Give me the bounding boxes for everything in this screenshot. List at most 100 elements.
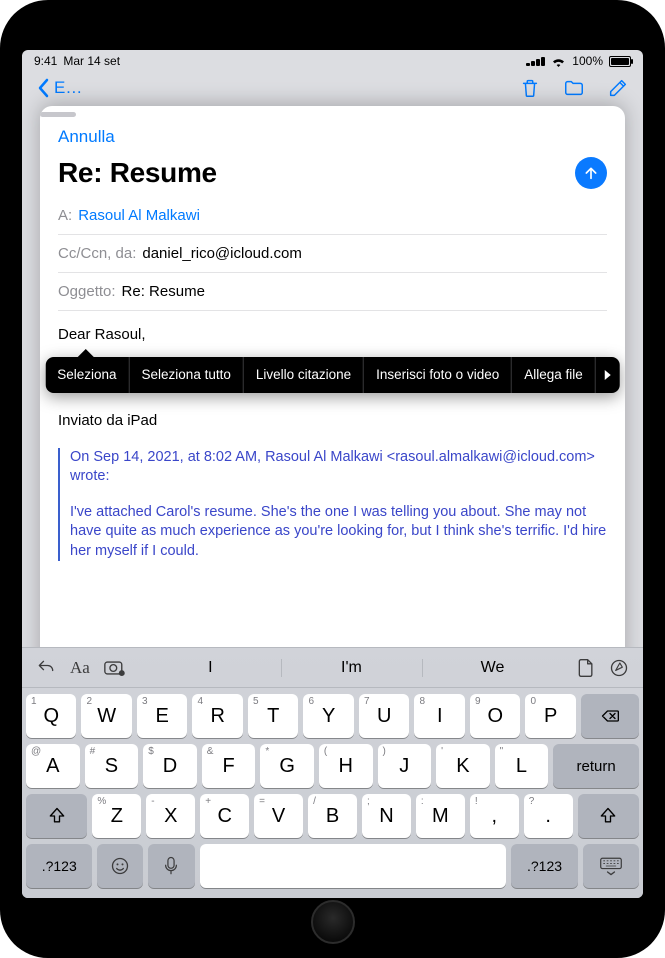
key-alt-label: 1 <box>31 696 37 707</box>
key-q[interactable]: 1Q <box>26 694 77 738</box>
to-value[interactable]: Rasoul Al Malkawi <box>78 207 200 224</box>
key-b[interactable]: /B <box>308 794 357 838</box>
key-main-label: M <box>432 805 449 828</box>
key-alt-label: + <box>205 796 211 807</box>
key-punct[interactable]: ?. <box>524 794 573 838</box>
trash-icon[interactable] <box>519 77 541 99</box>
key-s[interactable]: #S <box>85 744 139 788</box>
shift-icon <box>47 806 67 826</box>
dictation-key[interactable] <box>148 844 194 888</box>
numbers-key-right[interactable]: .?123 <box>511 844 577 888</box>
send-button[interactable] <box>575 157 607 189</box>
key-l[interactable]: "L <box>495 744 549 788</box>
key-main-label: , <box>492 805 498 828</box>
key-m[interactable]: :M <box>416 794 465 838</box>
key-main-label: L <box>516 755 527 778</box>
key-main-label: B <box>326 805 339 828</box>
wifi-icon <box>551 56 566 67</box>
home-button[interactable] <box>311 900 355 944</box>
key-alt-label: 4 <box>197 696 203 707</box>
key-o[interactable]: 9O <box>470 694 521 738</box>
key-c[interactable]: +C <box>200 794 249 838</box>
key-main-label: W <box>97 705 116 728</box>
key-r[interactable]: 4R <box>192 694 243 738</box>
undo-icon[interactable] <box>36 658 56 678</box>
space-key[interactable] <box>200 844 507 888</box>
shift-key[interactable] <box>26 794 87 838</box>
emoji-key[interactable] <box>97 844 143 888</box>
key-z[interactable]: %Z <box>92 794 141 838</box>
triangle-right-icon <box>604 369 612 381</box>
shift-key-right[interactable] <box>578 794 639 838</box>
folder-icon[interactable] <box>563 77 585 99</box>
menu-more[interactable] <box>596 357 620 393</box>
menu-insert-media[interactable]: Inserisci foto o video <box>364 357 512 393</box>
key-alt-label: @ <box>31 746 41 757</box>
scan-text-icon[interactable] <box>104 659 126 677</box>
key-u[interactable]: 7U <box>359 694 410 738</box>
compose-icon[interactable] <box>607 77 629 99</box>
compose-title: Re: Resume <box>58 157 217 189</box>
document-icon[interactable] <box>577 658 595 678</box>
emoji-icon <box>110 856 130 876</box>
backspace-key[interactable] <box>581 694 639 738</box>
key-e[interactable]: 3E <box>137 694 188 738</box>
key-j[interactable]: )J <box>378 744 432 788</box>
key-main-label: F <box>222 755 234 778</box>
battery-percent: 100% <box>572 54 603 68</box>
hide-keyboard-key[interactable] <box>583 844 639 888</box>
key-i[interactable]: 8I <box>414 694 465 738</box>
battery-icon <box>609 56 631 67</box>
key-main-label: X <box>164 805 177 828</box>
back-chevron-icon[interactable] <box>36 78 50 98</box>
cancel-button[interactable]: Annulla <box>58 127 115 146</box>
key-g[interactable]: *G <box>260 744 314 788</box>
key-p[interactable]: 0P <box>525 694 576 738</box>
suggestion-3[interactable]: We <box>422 651 563 685</box>
key-y[interactable]: 6Y <box>303 694 354 738</box>
key-h[interactable]: (H <box>319 744 373 788</box>
numbers-key-left[interactable]: .?123 <box>26 844 92 888</box>
key-alt-label: ? <box>529 796 535 807</box>
menu-quote-level[interactable]: Livello citazione <box>244 357 364 393</box>
key-a[interactable]: @A <box>26 744 80 788</box>
key-alt-label: 5 <box>253 696 259 707</box>
key-x[interactable]: -X <box>146 794 195 838</box>
key-alt-label: ! <box>475 796 478 807</box>
key-k[interactable]: 'K <box>436 744 490 788</box>
key-alt-label: % <box>97 796 106 807</box>
key-w[interactable]: 2W <box>81 694 132 738</box>
key-alt-label: * <box>265 746 269 757</box>
key-d[interactable]: $D <box>143 744 197 788</box>
suggestion-1[interactable]: I <box>140 651 281 685</box>
menu-select-all[interactable]: Seleziona tutto <box>130 357 244 393</box>
key-main-label: Y <box>322 705 335 728</box>
signature-text: Inviato da iPad <box>58 411 607 431</box>
arrow-up-icon <box>583 165 599 181</box>
quote-body: I've attached Carol's resume. She's the … <box>70 503 607 562</box>
key-punct[interactable]: !, <box>470 794 519 838</box>
quoted-block: On Sep 14, 2021, at 8:02 AM, Rasoul Al M… <box>58 448 607 562</box>
key-n[interactable]: ;N <box>362 794 411 838</box>
subject-field[interactable]: Oggetto: Re: Resume <box>58 273 607 311</box>
cc-field[interactable]: Cc/Ccn, da: daniel_rico@icloud.com <box>58 235 607 273</box>
keyboard-hide-icon <box>599 856 623 876</box>
menu-select[interactable]: Seleziona <box>45 357 129 393</box>
key-v[interactable]: =V <box>254 794 303 838</box>
text-format-icon[interactable]: Aa <box>70 658 90 678</box>
key-main-label: Z <box>111 805 123 828</box>
markup-icon[interactable] <box>609 658 629 678</box>
key-f[interactable]: &F <box>202 744 256 788</box>
suggestion-bar: Aa I I'm We <box>22 648 643 688</box>
suggestion-2[interactable]: I'm <box>281 651 422 685</box>
key-main-label: C <box>217 805 231 828</box>
menu-attach-file[interactable]: Allega file <box>512 357 596 393</box>
return-key[interactable]: return <box>553 744 639 788</box>
key-main-label: K <box>456 755 469 778</box>
key-main-label: G <box>279 755 295 778</box>
mail-toolbar: E… <box>22 70 643 106</box>
to-field[interactable]: A: Rasoul Al Malkawi <box>58 197 607 235</box>
key-alt-label: 2 <box>86 696 92 707</box>
back-label[interactable]: E… <box>54 78 82 98</box>
key-t[interactable]: 5T <box>248 694 299 738</box>
